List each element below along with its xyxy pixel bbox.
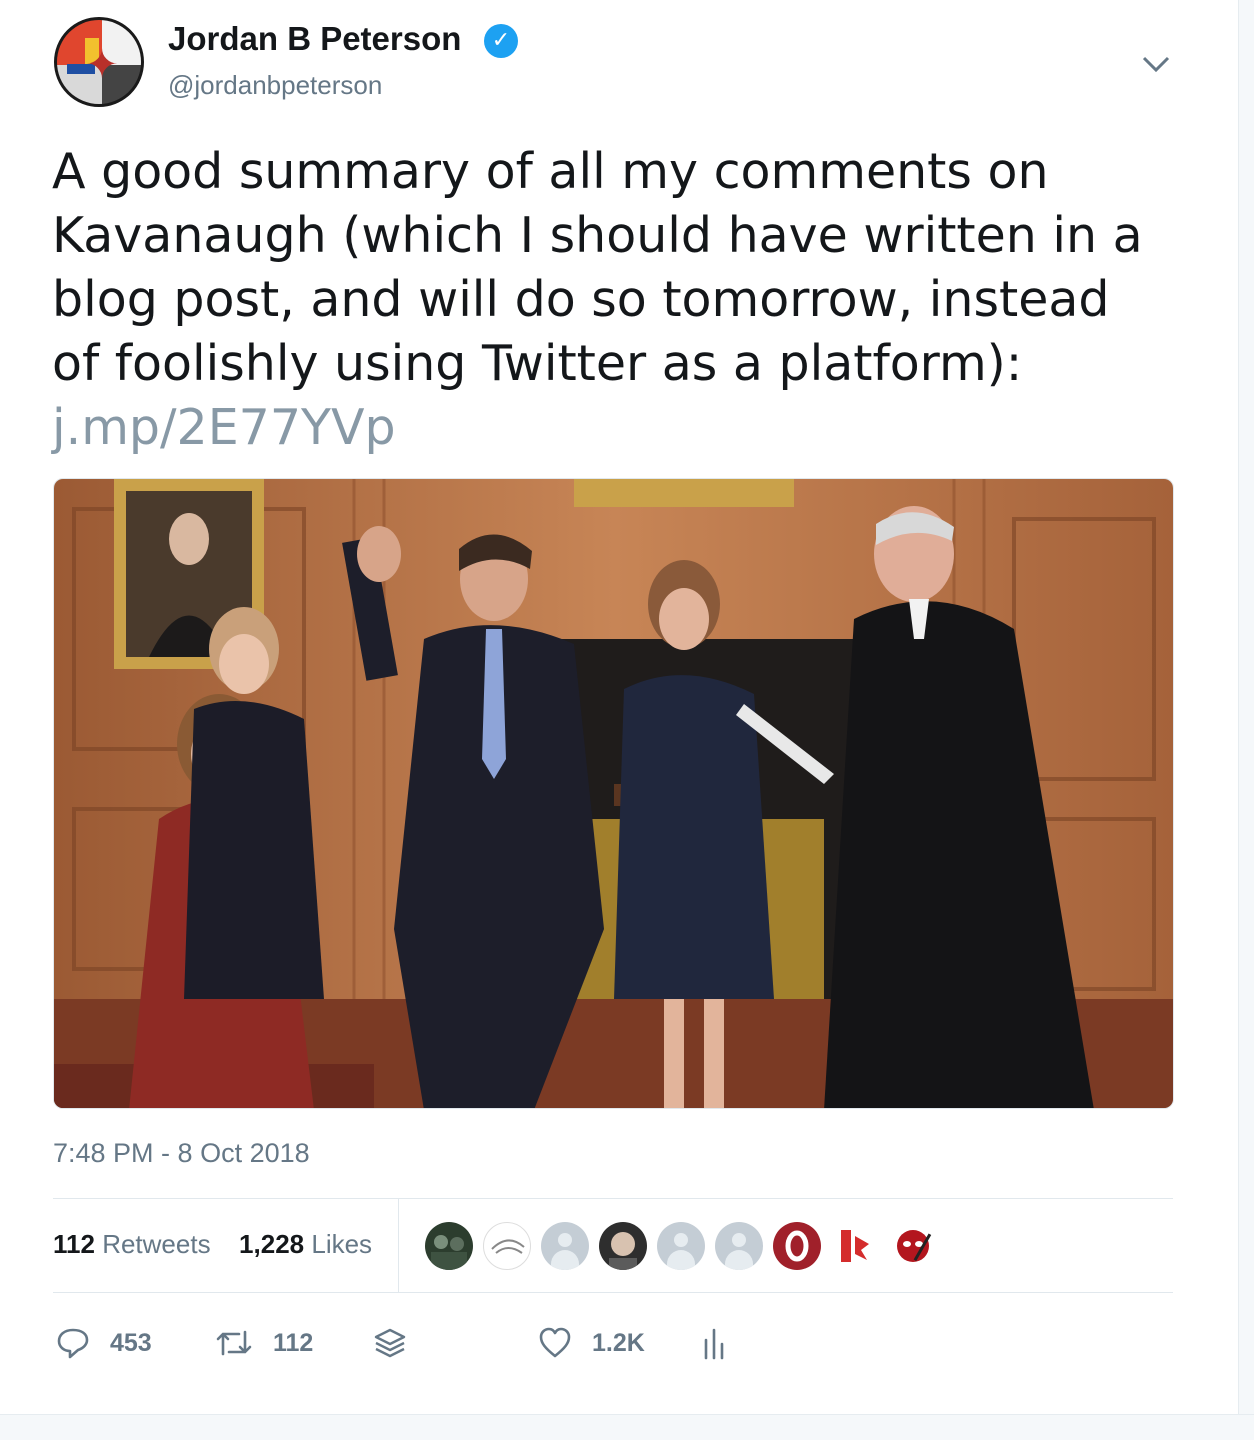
author-avatar[interactable]: ✦	[54, 17, 144, 107]
default-avatar-head	[558, 1233, 572, 1247]
tweet-timestamp[interactable]: 7:48 PM - 8 Oct 2018	[53, 1138, 310, 1169]
analytics-button[interactable]	[702, 1318, 728, 1368]
liker-avatar[interactable]	[425, 1222, 473, 1270]
liker-avatar-default[interactable]	[715, 1222, 763, 1270]
liker-avatar-default[interactable]	[657, 1222, 705, 1270]
liker-avatar[interactable]	[599, 1222, 647, 1270]
like-button[interactable]: 1.2K	[538, 1318, 645, 1368]
chevron-down-icon[interactable]	[1140, 50, 1172, 78]
stack-icon	[374, 1328, 406, 1358]
divider	[53, 1198, 1173, 1199]
reply-icon	[57, 1328, 89, 1359]
liker-avatar[interactable]	[773, 1222, 821, 1270]
tweet-link[interactable]: j.mp/2E77YVp	[52, 399, 396, 456]
tweet-body: A good summary of all my comments on Kav…	[52, 143, 1143, 392]
reply-button[interactable]: 453	[56, 1318, 152, 1368]
liker-avatar-default[interactable]	[541, 1222, 589, 1270]
author-handle[interactable]: @jordanbpeterson	[168, 70, 382, 101]
tweet-actions: 453 112 1.2K	[0, 1318, 1254, 1368]
compass-star-icon: ✦	[85, 42, 119, 88]
default-avatar-shoulders	[551, 1250, 579, 1270]
like-count: 1.2K	[592, 1328, 645, 1357]
tweet-photo[interactable]	[53, 478, 1174, 1109]
photo-illustration	[54, 479, 1173, 1108]
default-avatar-shoulders	[667, 1250, 695, 1270]
retweets-count[interactable]: 112	[53, 1229, 95, 1259]
liker-avatar[interactable]	[831, 1222, 879, 1270]
liker-avatar[interactable]	[889, 1222, 937, 1270]
default-avatar-head	[732, 1233, 746, 1247]
retweets-label[interactable]: Retweets	[102, 1229, 210, 1259]
tweet-card: ✦ Jordan B Peterson ✓ @jordanbpeterson A…	[0, 0, 1254, 1440]
author-name[interactable]: Jordan B Peterson	[168, 20, 461, 58]
page-footer-strip	[0, 1414, 1254, 1440]
default-avatar-head	[674, 1233, 688, 1247]
likes-label[interactable]: Likes	[311, 1229, 372, 1259]
likes-count[interactable]: 1,228	[239, 1229, 304, 1259]
tweet-stats: 112 Retweets 1,228 Likes	[53, 1229, 372, 1260]
page-scroll-gutter	[1238, 0, 1254, 1414]
reply-count: 453	[110, 1328, 152, 1357]
retweet-icon	[216, 1330, 252, 1356]
liker-avatar[interactable]	[483, 1222, 531, 1270]
retweet-count: 112	[273, 1328, 314, 1357]
tweet-text: A good summary of all my comments on Kav…	[52, 140, 1202, 460]
default-avatar-shoulders	[725, 1250, 753, 1270]
retweet-button[interactable]: 112	[215, 1318, 313, 1368]
heart-icon	[539, 1327, 571, 1358]
analytics-icon	[704, 1328, 724, 1360]
stack-button[interactable]	[373, 1318, 407, 1368]
divider	[53, 1292, 1173, 1293]
stats-divider	[398, 1199, 399, 1293]
verified-badge-icon: ✓	[484, 24, 518, 58]
